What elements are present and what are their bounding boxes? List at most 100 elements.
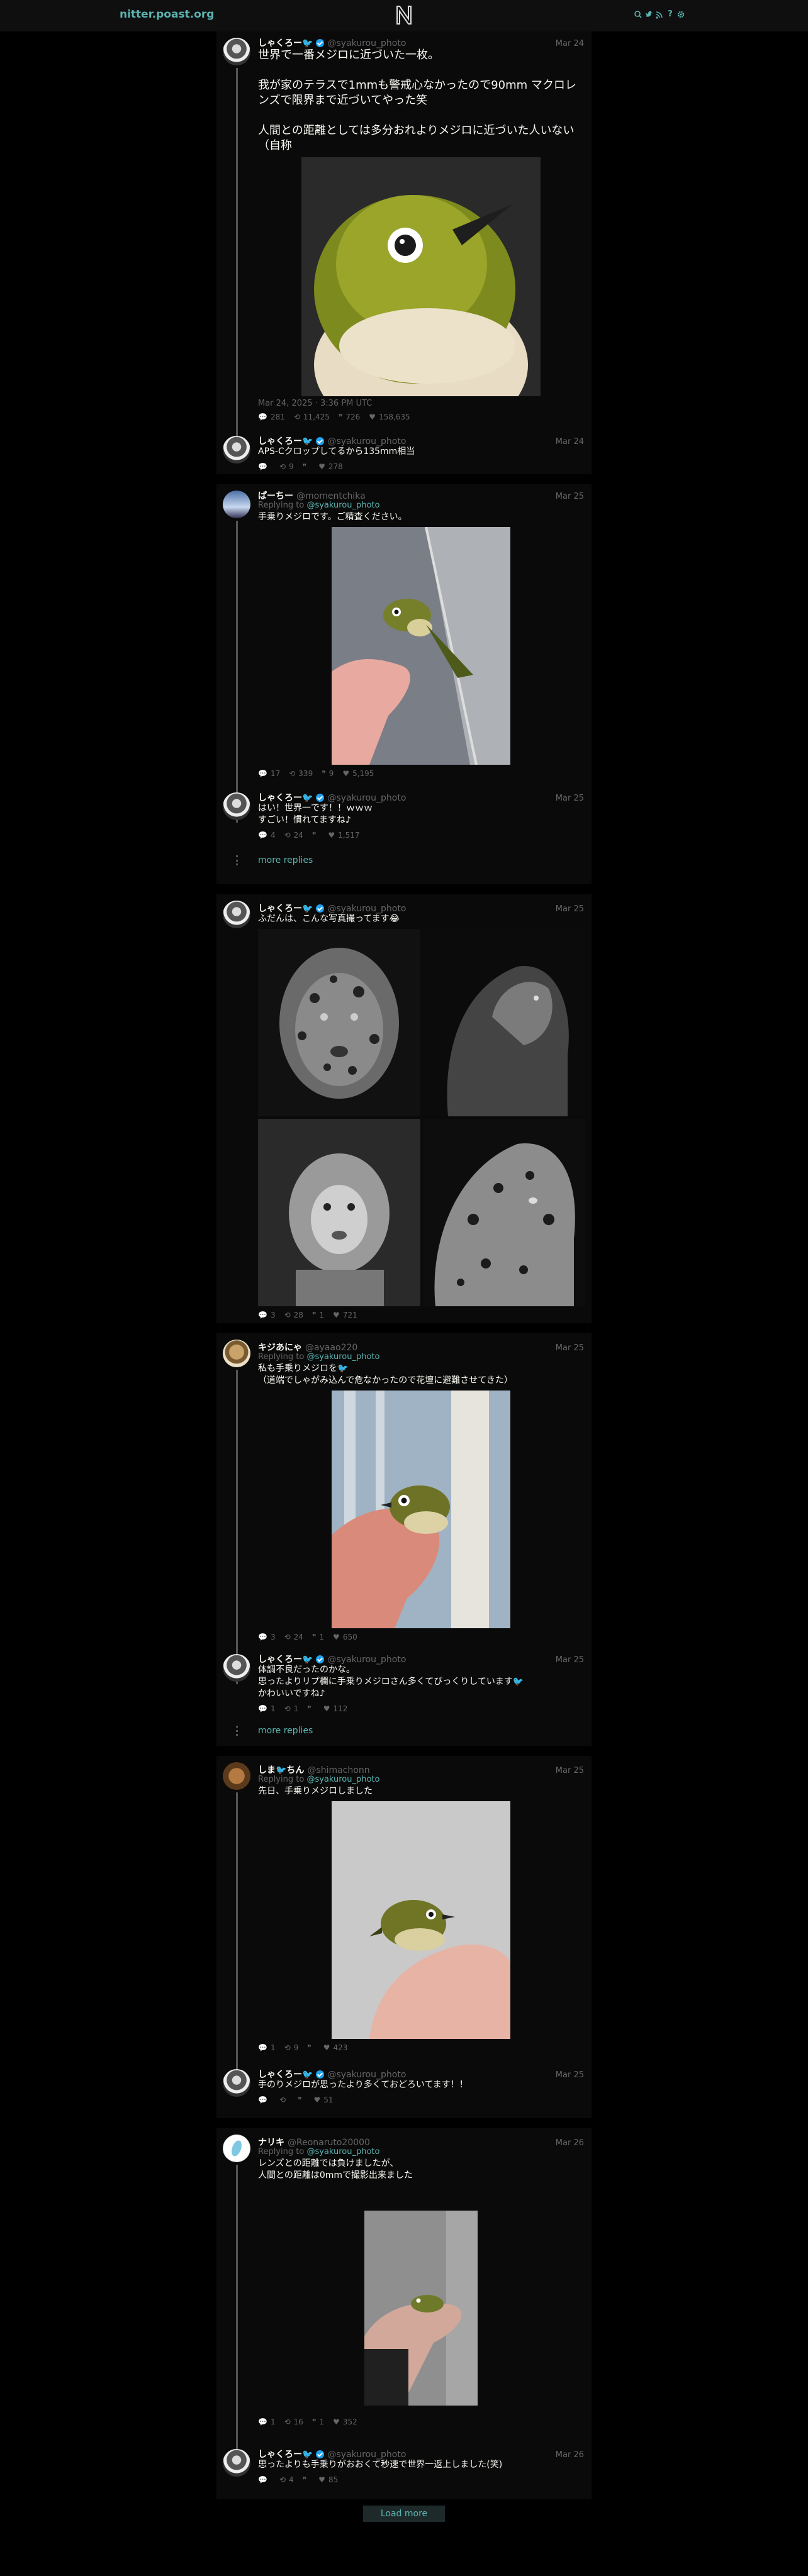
twitter-bird-icon[interactable] (645, 10, 653, 19)
rss-icon[interactable] (656, 10, 663, 19)
like-count: 721 (342, 1311, 357, 1319)
tweet-date[interactable]: Mar 25 (556, 2070, 584, 2080)
reply-tweet[interactable]: しゃくろー🐦 @syakurou_photo Mar 25 手のりメジロが思った… (216, 2063, 592, 2118)
gear-icon[interactable] (677, 10, 685, 19)
more-replies-label[interactable]: more replies (258, 1726, 313, 1736)
more-replies-label[interactable]: more replies (258, 855, 313, 865)
tweet-date[interactable]: Mar 25 (556, 904, 584, 914)
username[interactable]: @momentchika (296, 491, 366, 501)
quote-stat: ❞ 726 (339, 413, 360, 421)
tweet-date[interactable]: Mar 25 (556, 1343, 584, 1353)
replying-to-link[interactable]: @syakurou_photo (306, 1352, 379, 1362)
username[interactable]: @syakurou_photo (327, 793, 406, 803)
tweet-stats: 💬 ⟲ ❞ ♥ 51 (258, 2095, 584, 2105)
thread-gap (216, 884, 592, 894)
main-tweet[interactable]: ナリキ @Reonaruto20000 Mar 26 Replying to @… (216, 2128, 592, 2443)
tweet-date[interactable]: Mar 26 (556, 2138, 584, 2148)
fullname[interactable]: キジあにゃ (258, 1341, 302, 1353)
reply-tweet[interactable]: しゃくろー🐦 @syakurou_photo Mar 25 体調不良だったのかな… (216, 1648, 592, 1722)
quote-icon: ❞ (298, 2096, 302, 2104)
avatar[interactable] (223, 436, 250, 464)
retweet-stat: ⟲ 28 (284, 1311, 303, 1319)
avatar[interactable] (223, 1340, 250, 1367)
like-count: 85 (328, 2475, 339, 2484)
like-count: 1,517 (338, 831, 360, 840)
username[interactable]: @ayaao220 (305, 1343, 357, 1353)
tweet-header: しま🐦ちん @shimachonn Mar 25 (258, 1763, 584, 1775)
avatar[interactable] (223, 1654, 250, 1682)
comment-icon: 💬 (258, 1633, 267, 1641)
tweet-date[interactable]: Mar 24 (556, 39, 584, 48)
main-tweet[interactable]: しま🐦ちん @shimachonn Mar 25 Replying to @sy… (216, 1756, 592, 2063)
tweet-content: APS-Cクロップしてるから135mm相当 (258, 447, 415, 457)
avatar[interactable] (223, 792, 250, 820)
reply-tweet[interactable]: しゃくろー🐦 @syakurou_photo Mar 25 はい！世界一です！！… (216, 786, 592, 852)
reply-tweet[interactable]: しゃくろー🐦 @syakurou_photo Mar 26 思ったよりも手乗りが… (216, 2443, 592, 2499)
more-replies-link[interactable]: more replies (216, 1722, 592, 1742)
username[interactable]: @syakurou_photo (327, 2070, 406, 2080)
media-photo-jaguar[interactable] (258, 929, 420, 1116)
avatar[interactable] (223, 901, 250, 928)
replying-to-link[interactable]: @syakurou_photo (306, 501, 379, 510)
fullname[interactable]: しゃくろー🐦 (258, 902, 313, 914)
tweet-date[interactable]: Mar 25 (556, 1766, 584, 1775)
tweet-date[interactable]: Mar 24 (556, 437, 584, 447)
media-photo-hand-white-eye[interactable] (332, 1391, 510, 1628)
fullname[interactable]: しゃくろー🐦 (258, 2448, 313, 2460)
username[interactable]: @syakurou_photo (327, 38, 406, 48)
media-photo-hand-white-eye[interactable] (332, 527, 510, 765)
fullname[interactable]: しゃくろー🐦 (258, 2068, 313, 2080)
avatar[interactable] (223, 38, 250, 65)
media-photo-white-eye-closeup[interactable] (301, 157, 541, 396)
username[interactable]: @syakurou_photo (327, 436, 406, 447)
avatar[interactable] (223, 1762, 250, 1790)
heart-icon: ♥ (333, 1311, 340, 1319)
main-tweet[interactable]: ぱーちー @momentchika Mar 25 Replying to @sy… (216, 484, 592, 786)
site-brand-link[interactable]: nitter.poast.org (120, 8, 214, 21)
tweet-stats: 💬 1 ⟲ 1 ❞ ♥ 112 (258, 1704, 584, 1714)
avatar[interactable] (223, 2069, 250, 2097)
replying-to-link[interactable]: @syakurou_photo (306, 2147, 379, 2157)
search-icon[interactable] (634, 10, 642, 19)
fullname[interactable]: ぱーちー (258, 489, 293, 502)
media-photo-hand-white-eye[interactable] (364, 2211, 478, 2406)
fullname[interactable]: しゃくろー🐦 (258, 36, 313, 49)
published-date[interactable]: Mar 24, 2025 · 3:36 PM UTC (258, 399, 584, 408)
main-tweet[interactable]: しゃくろー🐦 @syakurou_photo Mar 24 世界で一番メジロに近… (216, 31, 592, 430)
main-tweet[interactable]: しゃくろー🐦 @syakurou_photo Mar 25 ふだんは、こんな写真… (216, 894, 592, 1323)
avatar[interactable] (223, 491, 250, 518)
username[interactable]: @syakurou_photo (327, 904, 406, 914)
tweet-date[interactable]: Mar 26 (556, 2450, 584, 2460)
username[interactable]: @syakurou_photo (327, 2450, 406, 2460)
media-photo-lion[interactable] (423, 929, 585, 1116)
username[interactable]: @syakurou_photo (327, 1655, 406, 1665)
comment-icon: 💬 (258, 831, 267, 840)
heart-icon: ♥ (318, 2475, 325, 2484)
fullname[interactable]: しゃくろー🐦 (258, 435, 313, 447)
like-stat: ♥ 423 (323, 2043, 348, 2052)
tweet-date[interactable]: Mar 25 (556, 794, 584, 803)
avatar[interactable] (223, 2449, 250, 2477)
fullname[interactable]: しゃくろー🐦 (258, 1653, 313, 1665)
fullname[interactable]: しま🐦ちん (258, 1763, 304, 1776)
username[interactable]: @Reonaruto20000 (288, 2138, 370, 2148)
tweet-date[interactable]: Mar 25 (556, 1655, 584, 1665)
replying-to-link[interactable]: @syakurou_photo (306, 1775, 379, 1784)
reply-tweet[interactable]: しゃくろー🐦 @syakurou_photo Mar 24 APS-Cクロップし… (216, 430, 592, 474)
tweet-stats: 💬 4 ⟲ 24 ❞ ♥ 1,517 (258, 830, 584, 840)
thread: キジあにゃ @ayaao220 Mar 25 Replying to @syak… (216, 1333, 592, 1746)
tweet-header: ナリキ @Reonaruto20000 Mar 26 (258, 2136, 584, 2148)
more-replies-link[interactable]: more replies (216, 852, 592, 872)
avatar[interactable] (223, 2135, 250, 2162)
fullname[interactable]: しゃくろー🐦 (258, 791, 313, 804)
nitter-logo-icon[interactable] (393, 4, 415, 26)
load-more-button[interactable]: Load more (363, 2506, 445, 2522)
main-tweet[interactable]: キジあにゃ @ayaao220 Mar 25 Replying to @syak… (216, 1333, 592, 1648)
media-photo-hand-white-eye[interactable] (332, 1801, 510, 2039)
media-photo-leopard[interactable] (423, 1119, 585, 1306)
media-photo-monkey[interactable] (258, 1119, 420, 1306)
fullname[interactable]: ナリキ (258, 2136, 284, 2148)
tweet-date[interactable]: Mar 25 (556, 492, 584, 501)
username[interactable]: @shimachonn (307, 1765, 369, 1775)
help-icon[interactable]: ? (666, 10, 674, 19)
